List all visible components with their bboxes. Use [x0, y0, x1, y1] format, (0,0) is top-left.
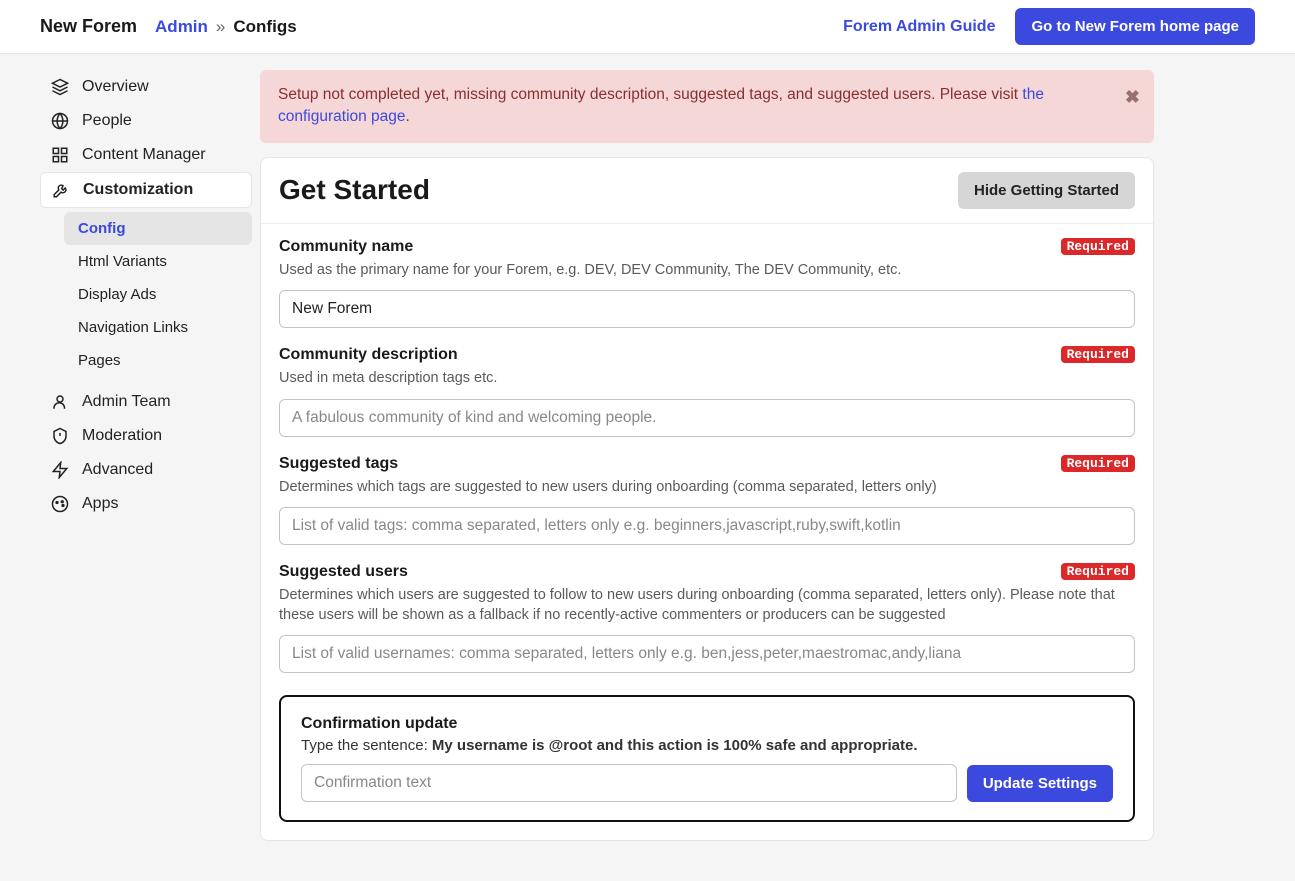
field-help: Determines which users are suggested to … — [279, 585, 1135, 626]
goto-home-button[interactable]: Go to New Forem home page — [1015, 8, 1255, 45]
community-name-input[interactable] — [279, 290, 1135, 328]
community-description-input[interactable] — [279, 399, 1135, 437]
layers-icon — [50, 78, 70, 96]
sidebar-item-label: People — [82, 112, 132, 130]
card-body: Community name Required Used as the prim… — [261, 224, 1153, 840]
field-help: Determines which tags are suggested to n… — [279, 477, 1135, 497]
user-icon — [50, 393, 70, 411]
sidebar-item-label: Customization — [83, 181, 193, 199]
confirmation-help-prefix: Type the sentence: — [301, 737, 432, 754]
field-help: Used in meta description tags etc. — [279, 368, 1135, 388]
required-badge: Required — [1061, 563, 1135, 580]
required-badge: Required — [1061, 346, 1135, 363]
sidebar-item-people[interactable]: People — [40, 104, 252, 138]
topbar: New Forem Admin » Configs Forem Admin Gu… — [0, 0, 1295, 54]
confirmation-text-input[interactable] — [301, 764, 957, 802]
field-label: Community description — [279, 346, 458, 364]
sidebar-item-label: Apps — [82, 495, 118, 513]
dashboard-icon — [50, 146, 70, 164]
get-started-card: Get Started Hide Getting Started Communi… — [260, 157, 1154, 841]
sidebar-item-label: Admin Team — [82, 393, 171, 411]
hide-getting-started-button[interactable]: Hide Getting Started — [958, 172, 1135, 209]
bolt-icon — [50, 461, 70, 479]
sidebar-item-label: Advanced — [82, 461, 153, 479]
sidebar-item-overview[interactable]: Overview — [40, 70, 252, 104]
card-title: Get Started — [279, 174, 430, 206]
alert-text-before: Setup not completed yet, missing communi… — [278, 86, 1022, 103]
confirmation-help-sentence: My username is @root and this action is … — [432, 737, 918, 754]
breadcrumb: Admin » Configs — [155, 17, 297, 37]
setup-alert: Setup not completed yet, missing communi… — [260, 70, 1154, 143]
required-badge: Required — [1061, 455, 1135, 472]
main-content: Setup not completed yet, missing communi… — [260, 54, 1180, 881]
sidebar-item-moderation[interactable]: Moderation — [40, 419, 252, 453]
sidebar: Overview People Content Manager Customiz… — [0, 54, 260, 881]
sidebar-item-label: Content Manager — [82, 146, 206, 164]
confirmation-row: Update Settings — [301, 764, 1113, 802]
field-label: Community name — [279, 238, 413, 256]
breadcrumb-separator: » — [216, 17, 225, 37]
breadcrumb-current: Configs — [233, 17, 296, 37]
field-label: Suggested users — [279, 563, 408, 581]
subnav-item-pages[interactable]: Pages — [64, 344, 252, 377]
topbar-right: Forem Admin Guide Go to New Forem home p… — [843, 8, 1255, 45]
alert-text-after: . — [406, 108, 410, 125]
topbar-left: New Forem Admin » Configs — [40, 16, 297, 37]
sidebar-item-label: Moderation — [82, 427, 162, 445]
layout: Overview People Content Manager Customiz… — [0, 54, 1295, 881]
card-header: Get Started Hide Getting Started — [261, 158, 1153, 224]
field-suggested-tags: Suggested tags Required Determines which… — [279, 455, 1135, 545]
field-label: Suggested tags — [279, 455, 398, 473]
breadcrumb-admin-link[interactable]: Admin — [155, 17, 208, 37]
confirmation-box: Confirmation update Type the sentence: M… — [279, 695, 1135, 822]
sidebar-item-label: Overview — [82, 78, 149, 96]
confirmation-title: Confirmation update — [301, 715, 1113, 733]
globe-icon — [50, 112, 70, 130]
field-community-name: Community name Required Used as the prim… — [279, 238, 1135, 328]
sidebar-item-content-manager[interactable]: Content Manager — [40, 138, 252, 172]
close-icon[interactable]: ✖ — [1125, 84, 1140, 110]
subnav-item-html-variants[interactable]: Html Variants — [64, 245, 252, 278]
update-settings-button[interactable]: Update Settings — [967, 765, 1113, 802]
subnav-customization: Config Html Variants Display Ads Navigat… — [64, 212, 252, 377]
subnav-item-display-ads[interactable]: Display Ads — [64, 278, 252, 311]
shield-icon — [50, 427, 70, 445]
field-help: Used as the primary name for your Forem,… — [279, 260, 1135, 280]
sidebar-item-apps[interactable]: Apps — [40, 487, 252, 521]
suggested-users-input[interactable] — [279, 635, 1135, 673]
subnav-item-navigation-links[interactable]: Navigation Links — [64, 311, 252, 344]
field-community-description: Community description Required Used in m… — [279, 346, 1135, 436]
field-suggested-users: Suggested users Required Determines whic… — [279, 563, 1135, 674]
confirmation-help: Type the sentence: My username is @root … — [301, 737, 1113, 754]
sidebar-item-customization[interactable]: Customization — [40, 172, 252, 208]
subnav-item-config[interactable]: Config — [64, 212, 252, 245]
sidebar-item-advanced[interactable]: Advanced — [40, 453, 252, 487]
tools-icon — [51, 181, 71, 199]
required-badge: Required — [1061, 238, 1135, 255]
forem-admin-guide-link[interactable]: Forem Admin Guide — [843, 18, 995, 36]
sidebar-item-admin-team[interactable]: Admin Team — [40, 385, 252, 419]
site-name: New Forem — [40, 16, 137, 37]
suggested-tags-input[interactable] — [279, 507, 1135, 545]
palette-icon — [50, 495, 70, 513]
